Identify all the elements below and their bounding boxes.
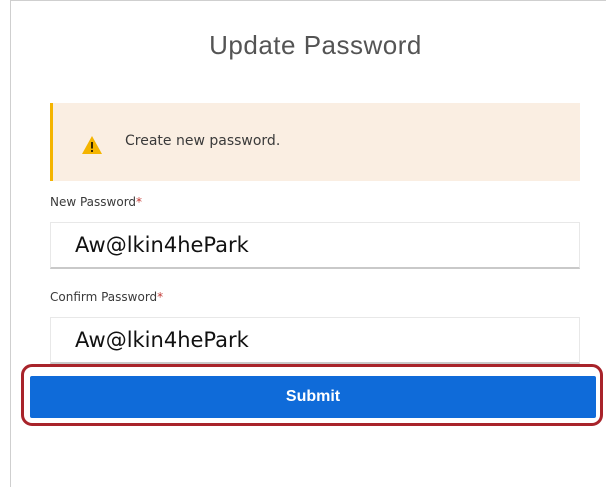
new-password-label: New Password*	[50, 195, 142, 209]
page-title: Update Password	[209, 30, 422, 60]
confirm-password-label: Confirm Password*	[50, 290, 163, 304]
card-border-left	[10, 0, 11, 487]
required-asterisk: *	[136, 195, 143, 209]
warning-icon	[81, 135, 103, 155]
update-password-page: Update Password Create new password. New…	[0, 0, 606, 487]
info-alert: Create new password.	[50, 103, 580, 181]
new-password-label-text: New Password	[50, 195, 137, 209]
card-border-top	[10, 0, 606, 1]
required-asterisk: *	[157, 290, 164, 304]
submit-button[interactable]: Submit	[30, 376, 596, 418]
confirm-password-label-text: Confirm Password	[50, 290, 158, 304]
alert-message: Create new password.	[125, 133, 281, 149]
new-password-input[interactable]	[50, 222, 580, 269]
confirm-password-input[interactable]	[50, 317, 580, 364]
